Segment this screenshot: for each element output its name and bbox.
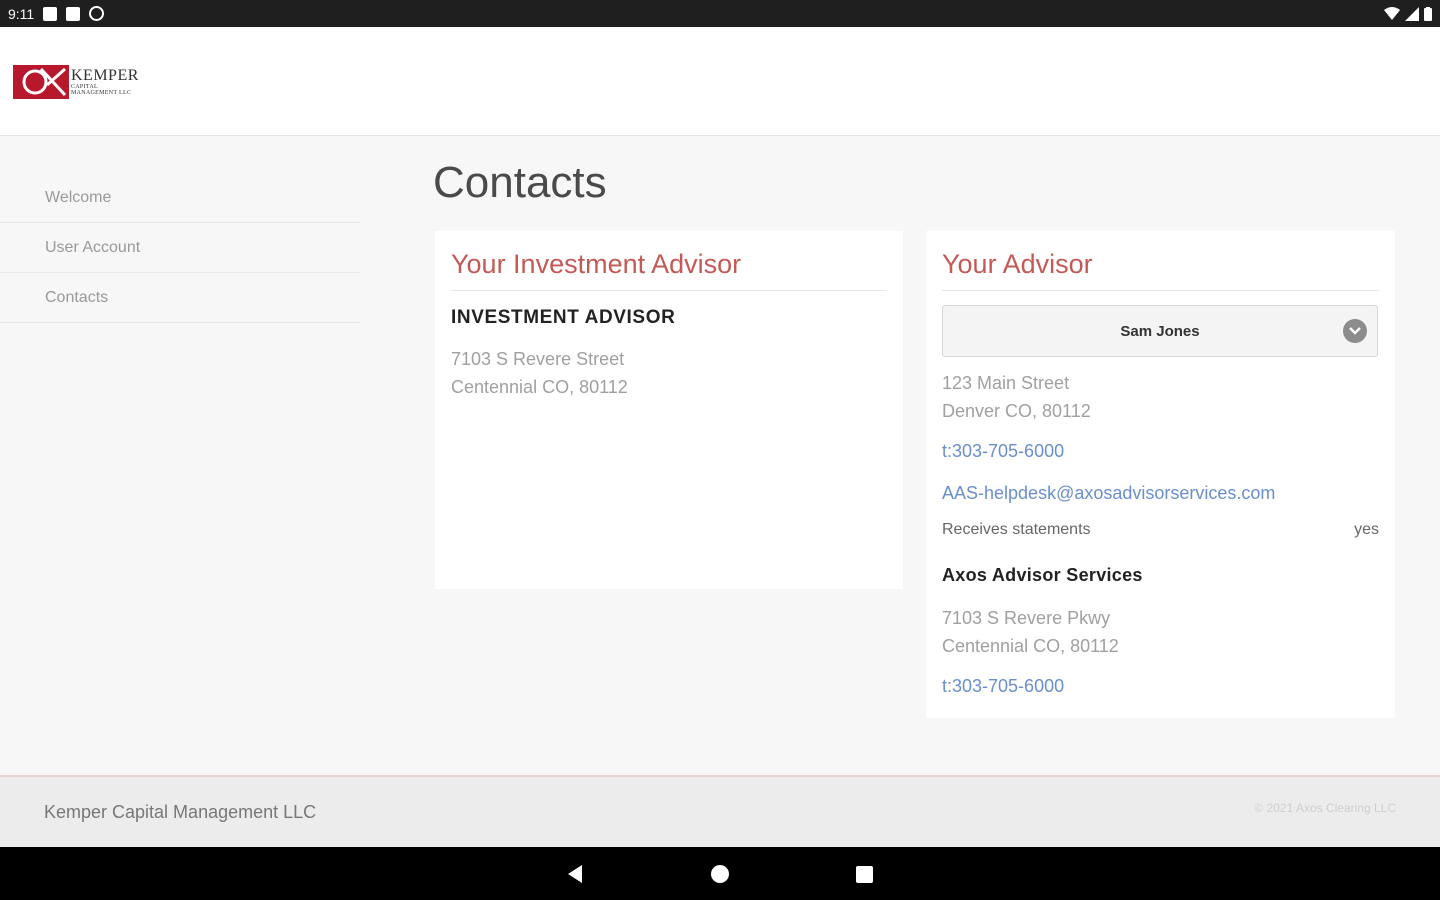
advisor-email-link[interactable]: AAS-helpdesk@axosadvisorservices.com [942,483,1275,504]
sidebar-item-label: Welcome [45,188,112,206]
logo-mark-icon [13,65,69,99]
company-phone-link[interactable]: t:303-705-6000 [942,676,1064,697]
company-logo[interactable]: KEMPER CAPITAL MANAGEMENT LLC [13,65,139,99]
sidebar-item-label: Contacts [45,288,109,306]
advisor-address-line1: 123 Main Street [942,373,1070,393]
advisor-address-line2: Denver CO, 80112 [942,401,1091,421]
investment-advisor-address-line2: Centennial CO, 80112 [451,377,628,397]
chevron-down-icon [1343,319,1367,343]
wifi-icon [1384,6,1400,20]
page-title: Contacts [433,158,607,207]
status-time: 9:11 [8,5,35,22]
logo-subtitle-2: MANAGEMENT LLC [71,90,132,96]
company-address-line1: 7103 S Revere Pkwy [942,608,1111,628]
receives-statements-value: yes [1354,521,1379,538]
signal-icon [1405,6,1419,21]
sd-card-icon [66,6,81,21]
system-nav-bar [0,847,1440,900]
company-address-line2: Centennial CO, 80112 [942,636,1119,656]
footer-company: Kemper Capital Management LLC [44,802,317,822]
receives-statements-label: Receives statements [942,521,1091,538]
investment-advisor-address-line1: 7103 S Revere Street [451,349,625,369]
sidebar-item-label: User Account [45,238,141,256]
your-advisor-card: Your Advisor Sam Jones 123 Main Street D… [926,231,1395,718]
sidebar-item-user-account[interactable]: User Account [0,223,360,273]
logo-title: KEMPER [71,67,139,84]
investment-advisor-name: INVESTMENT ADVISOR [451,307,676,328]
recent-apps-icon[interactable] [852,862,876,886]
back-icon[interactable] [564,862,588,886]
sync-icon [89,6,105,21]
home-icon[interactable] [708,862,732,886]
receives-statements-row: Receives statements yes [942,521,1379,539]
sidebar-item-contacts[interactable]: Contacts [0,273,360,323]
investment-advisor-title: Your Investment Advisor [451,249,887,291]
company-name: Axos Advisor Services [942,565,1143,585]
footer-copyright: © 2021 Axos Clearing LLC [1254,801,1396,815]
advisor-select[interactable]: Sam Jones [942,305,1378,357]
investment-advisor-card: Your Investment Advisor INVESTMENT ADVIS… [435,231,903,589]
advisor-select-value: Sam Jones [1120,322,1200,340]
sidebar-item-welcome[interactable]: Welcome [0,173,360,223]
sidebar-nav: Welcome User Account Contacts [0,173,360,323]
page-footer: Kemper Capital Management LLC © 2021 Axo… [0,775,1440,847]
notification-icon [43,6,58,21]
status-bar: 9:11 [0,0,1440,27]
app-header: KEMPER CAPITAL MANAGEMENT LLC [0,27,1440,136]
advisor-phone-link[interactable]: t:303-705-6000 [942,441,1064,462]
battery-icon [1424,6,1432,21]
your-advisor-title: Your Advisor [942,249,1379,291]
